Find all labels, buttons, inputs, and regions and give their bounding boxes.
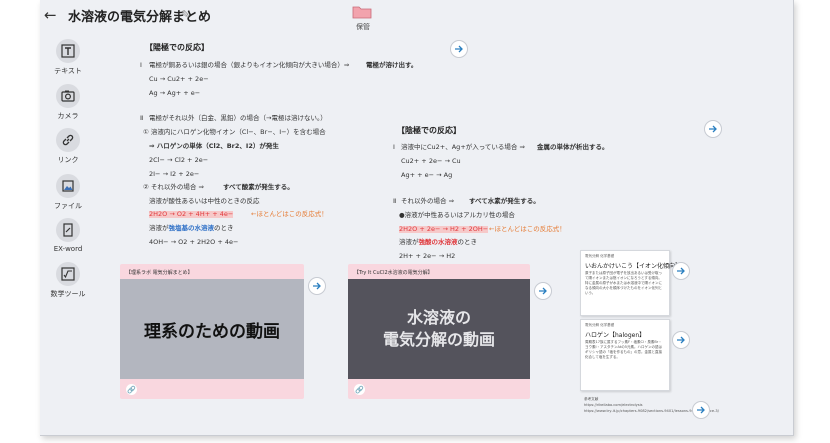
cathode-item-result: すべて水素が発生する。 [469, 197, 540, 205]
camera-tool-button[interactable]: カメラ [51, 84, 85, 121]
equation: Cu2+ + 2e− → Cu [401, 157, 461, 165]
video-caption: 【理系ラボ 電気分解まとめ】 [126, 270, 193, 276]
next-arrow-button[interactable] [450, 40, 468, 58]
equation: Cu → Cu2+ + 2e− [149, 75, 209, 83]
equation: 2H+ + 2e− → H2 [399, 252, 456, 260]
dictionary-icon [56, 218, 80, 242]
anode-item-num: Ⅰ [140, 61, 142, 69]
dictionary-note[interactable]: 電気分解 化学基礎 いおんかけいこう【イオン化傾向】 原子または原子団が電子を放… [580, 250, 681, 316]
cathode-item-text: 溶液中にCu2+、Ag+が入っている場合 ⇒ [401, 143, 525, 151]
text-segment: 溶液が [399, 238, 419, 246]
note-title: ハロゲン【halogen】 [585, 332, 646, 339]
next-arrow-button[interactable] [534, 282, 552, 300]
tool-label: リンク [57, 156, 79, 164]
video-thumbnail[interactable]: 理系のための動画 [120, 279, 304, 379]
anode-subitem: ① 溶液内にハロゲン化物イオン（Cl−、Br−、I−）を含む場合 [143, 128, 326, 136]
note-body: 周期表17族に属するフッ素F・塩素Cl・臭素Br・ヨウ素I・アスタチンAtの5元… [585, 340, 662, 359]
tool-label: ファイル [54, 202, 82, 210]
video-caption: 【Try It CuCl2水溶液の電気分解】 [354, 270, 433, 276]
anode-item-text: 電極がそれ以外（白金、黒鉛）の場合（→電極は溶けない。） [149, 114, 327, 122]
equation: 4OH− → O2 + 2H2O + 4e− [149, 238, 239, 246]
highlight-term: 強酸の水溶液 [418, 238, 458, 246]
next-arrow-button[interactable] [692, 401, 710, 419]
equation: Ag+ + e− → Ag [401, 171, 453, 179]
back-arrow-icon[interactable]: ← [44, 6, 57, 24]
text-segment: のとき [457, 238, 478, 246]
video-card[interactable]: 【理系ラボ 電気分解まとめ】 理系のための動画 🔗 [120, 264, 304, 399]
video-card[interactable]: 【Try It CuCl2水溶液の電気分解】 水溶液の 電気分解の動画 🔗 [348, 264, 530, 399]
anode-heading: 【陽極での反応】 [145, 43, 209, 52]
highlight-term: 強塩基の水溶液 [168, 224, 215, 232]
cathode-item-text: それ以外の場合 ⇒ [401, 197, 455, 205]
note-category: 電気分解 化学基礎 [585, 323, 615, 327]
equation: Ag → Ag+ + e− [149, 89, 201, 97]
tool-label: EX-word [53, 245, 83, 253]
equation: 2Cl− → Cl2 + 2e− [149, 156, 209, 164]
anode-item-text: 電極が銅あるいは銀の場合（銀よりもイオン化傾向が大きい場合）⇒ [149, 61, 350, 69]
edit-title-icon[interactable]: ✎ [181, 8, 190, 21]
anode-item-num: Ⅱ [140, 114, 144, 122]
link-icon [56, 128, 80, 152]
next-arrow-button[interactable] [704, 120, 722, 138]
tool-label: 数学ツール [50, 290, 86, 298]
cathode-subitem-text: 溶液が強酸の水溶液のとき [399, 239, 477, 246]
anode-subitem: ② それ以外の場合 ⇒ [143, 183, 204, 191]
image-file-icon [56, 174, 80, 198]
link-icon[interactable]: 🔗 [126, 384, 137, 395]
annotation-note: ←ほとんどはこの反応式！ [251, 210, 328, 218]
camera-icon [56, 84, 80, 108]
anode-subitem-text: 溶液が強塩基の水溶液のとき [149, 225, 234, 232]
next-arrow-button[interactable] [672, 262, 690, 280]
file-tool-button[interactable]: ファイル [51, 174, 85, 211]
text-segment: のとき [214, 224, 234, 232]
tool-label: テキスト [54, 67, 82, 75]
next-arrow-button[interactable] [672, 331, 690, 349]
text-tool-button[interactable]: テキスト [51, 39, 85, 76]
cathode-item-num: Ⅰ [393, 143, 395, 151]
math-tool-button[interactable]: 数学ツール [51, 262, 86, 299]
link-icon[interactable]: 🔗 [354, 384, 365, 395]
equation: 2I− → I2 + 2e− [149, 170, 200, 178]
note-body: 原子または原子団が電子を放出あるいは受け取って陽イオンまたは陰イオンになろうとす… [585, 271, 662, 295]
anode-subitem-result: すべて酸素が発生する。 [223, 183, 294, 191]
math-icon [56, 262, 80, 286]
anode-subitem-text: 溶液が酸性あるいは中性のときの反応 [149, 197, 260, 205]
cathode-item-num: Ⅱ [393, 197, 397, 205]
tool-label: カメラ [57, 112, 79, 120]
exword-tool-button[interactable]: EX-word [51, 218, 85, 253]
text-icon [56, 39, 80, 63]
save-label[interactable]: 保管 [356, 22, 370, 32]
text-segment: 溶液が [149, 224, 169, 232]
cathode-subitem: ●溶液が中性あるいはアルカリ性の場合 [399, 211, 515, 219]
anode-subitem-result: ⇒ ハロゲンの単体（Cl2、Br2、I2）が発生 [149, 142, 279, 150]
highlighted-equation: 2H2O → O2 + 4H+ + 4e− [149, 210, 234, 218]
anode-item-result: 電極が溶け出す。 [366, 61, 418, 69]
highlighted-equation: 2H2O + 2e− → H2 + 2OH− [399, 225, 489, 233]
cathode-item-result: 金属の単体が析出する。 [537, 143, 609, 151]
note-title: いおんかけいこう【イオン化傾向】 [585, 263, 682, 270]
folder-icon[interactable] [352, 4, 372, 19]
annotation-note: ←ほとんどはこの反応式！ [489, 225, 566, 233]
video-thumbnail[interactable]: 水溶液の 電気分解の動画 [348, 279, 530, 379]
note-category: 電気分解 化学基礎 [585, 254, 615, 258]
link-tool-button[interactable]: リンク [51, 128, 85, 165]
next-arrow-button[interactable] [308, 277, 326, 295]
dictionary-note[interactable]: 電気分解 化学基礎 ハロゲン【halogen】 周期表17族に属するフッ素F・塩… [580, 319, 670, 391]
cathode-heading: 【陰極での反応】 [397, 126, 461, 135]
